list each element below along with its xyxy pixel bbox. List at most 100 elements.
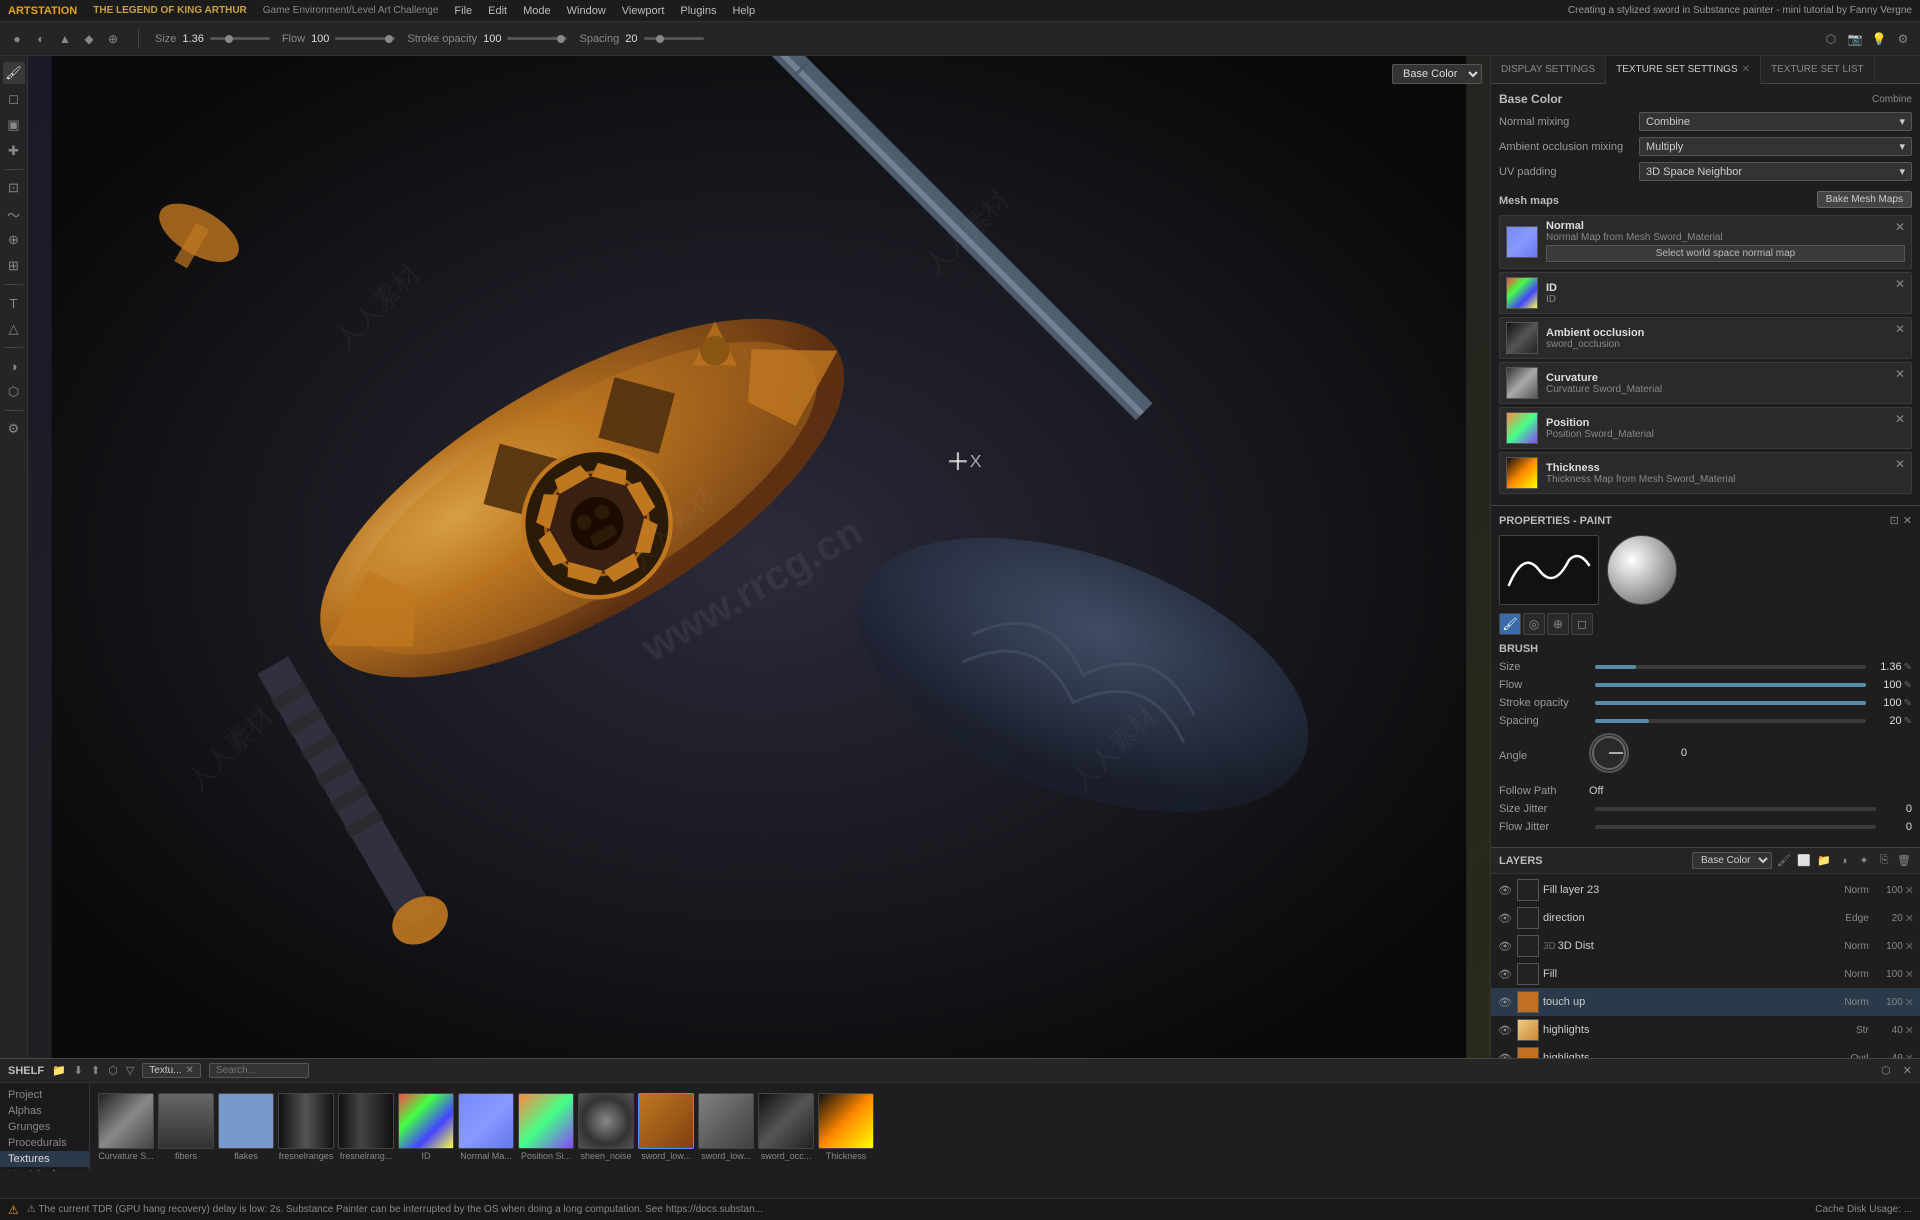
render-icon[interactable]: ⬡ [1822,30,1840,48]
select-world-space-btn[interactable]: Select world space normal map [1546,245,1905,262]
brush-flow-edit[interactable]: ✎ [1904,680,1912,691]
select-tool[interactable]: ⊡ [3,177,25,199]
layer-vis-direction[interactable]: 👁 [1497,910,1513,926]
tab-texture-set-settings[interactable]: TEXTURE SET SETTINGS ✕ [1606,56,1761,84]
size-slider[interactable] [210,37,270,40]
brush-size-slider[interactable] [1595,665,1866,669]
prop-close-icon[interactable]: ✕ [1903,514,1912,527]
brush-stroke-edit[interactable]: ✎ [1904,698,1912,709]
layer-vis-3d-dist[interactable]: 👁 [1497,938,1513,954]
color-pick-tool[interactable]: ✚ [3,140,25,162]
clone-tool[interactable]: ⊕ [3,229,25,251]
shelf-item-11[interactable]: sword_occ... [758,1093,814,1161]
brush-flow-slider[interactable] [1595,683,1866,687]
tab-display-settings[interactable]: DISPLAY SETTINGS [1491,56,1606,84]
layer-vis-fill-23[interactable]: 👁 [1497,882,1513,898]
normal-map-close[interactable]: ✕ [1895,220,1905,234]
shelf-item-2[interactable]: flakes [218,1093,274,1161]
channel-selector[interactable]: Base Color Normal Roughness Metallic Hei… [1392,64,1482,84]
layer-fill[interactable]: 👁 Fill Norm 100 ✕ [1491,960,1920,988]
thickness-map-close[interactable]: ✕ [1895,457,1905,471]
layer-highlights-str[interactable]: 👁 highlights Str 40 ✕ [1491,1016,1920,1044]
layer-vis-highlights-str[interactable]: 👁 [1497,1022,1513,1038]
texture-set-settings-close[interactable]: ✕ [1742,64,1750,75]
stamp-tool[interactable]: ⊞ [3,255,25,277]
layer-close-fill-23[interactable]: ✕ [1905,884,1914,897]
shelf-item-9[interactable]: sword_low... [638,1093,694,1161]
layer-close-highlights-str[interactable]: ✕ [1905,1024,1914,1037]
layer-close-fill[interactable]: ✕ [1905,968,1914,981]
shelf-export-icon[interactable]: ⬆ [91,1064,100,1077]
layers-channel-dropdown[interactable]: Base Color [1692,852,1772,869]
shelf-cat-project[interactable]: Project [0,1087,89,1103]
ao-map-close[interactable]: ✕ [1895,322,1905,336]
shelf-import-icon[interactable]: ⬇ [74,1064,83,1077]
shelf-item-6[interactable]: Normal Ma... [458,1093,514,1161]
shelf-expand-icon[interactable]: ⬡ [1881,1064,1891,1077]
normal-mixing-dropdown[interactable]: Combine ▾ [1639,112,1912,131]
brush-tab-clone[interactable]: ⊕ [1547,613,1569,635]
tab-texture-set-list[interactable]: TEXTURE SET LIST [1761,56,1875,84]
layer-fill-23[interactable]: 👁 Fill layer 23 Norm 100 ✕ [1491,876,1920,904]
layers-duplicate-icon[interactable]: ⎘ [1876,853,1892,869]
toolbar-icon-3[interactable]: ▲ [56,30,74,48]
stroke-slider[interactable] [507,37,567,40]
menu-window[interactable]: Window [567,5,606,17]
uv-padding-dropdown[interactable]: 3D Space Neighbor ▾ [1639,162,1912,181]
shelf-filter-icon[interactable]: ▽ [126,1064,134,1077]
brush-spacing-slider[interactable] [1595,719,1866,723]
layer-3d-dist[interactable]: 👁 3D 3D Dist Norm 100 ✕ [1491,932,1920,960]
shelf-item-10[interactable]: sword_low... [698,1093,754,1161]
brush-tab-paint[interactable]: 🖌 [1499,613,1521,635]
layer-vis-fill[interactable]: 👁 [1497,966,1513,982]
shelf-cat-procedurals[interactable]: Procedurals [0,1135,89,1151]
layers-effect-icon[interactable]: ✦ [1856,853,1872,869]
brush-tab-smudge[interactable]: ◎ [1523,613,1545,635]
angle-wheel[interactable] [1589,733,1629,773]
prop-expand-icon[interactable]: ⊡ [1890,514,1899,527]
menu-mode[interactable]: Mode [523,5,551,17]
layer-close-highlights-ovrl[interactable]: ✕ [1905,1052,1914,1059]
layer-vis-touch-up[interactable]: 👁 [1497,994,1513,1010]
size-jitter-slider[interactable] [1595,807,1876,811]
flow-slider[interactable] [335,37,395,40]
shelf-item-4[interactable]: fresnelrang... [338,1093,394,1161]
bake-mesh-maps-button[interactable]: Bake Mesh Maps [1817,191,1912,208]
shelf-item-12[interactable]: Thickness [818,1093,874,1161]
ao-mixing-dropdown[interactable]: Multiply ▾ [1639,137,1912,156]
shape-tool[interactable]: △ [3,318,25,340]
fill-tool[interactable]: ▣ [3,114,25,136]
menu-help[interactable]: Help [732,5,755,17]
light-icon[interactable]: 💡 [1870,30,1888,48]
shelf-close-icon[interactable]: ✕ [1903,1064,1912,1077]
shelf-item-7[interactable]: Position Si... [518,1093,574,1161]
spacing-slider[interactable] [644,37,704,40]
layers-add-fill-icon[interactable]: ⬜ [1796,853,1812,869]
camera-icon[interactable]: 📷 [1846,30,1864,48]
layer-mask-tool[interactable]: ◑ [3,355,25,377]
layer-close-direction[interactable]: ✕ [1905,912,1914,925]
shelf-search-input[interactable] [209,1063,309,1078]
brush-tab-eraser[interactable]: ◻ [1571,613,1593,635]
layer-close-touch-up[interactable]: ✕ [1905,996,1914,1009]
preferences-tool[interactable]: ⚙ [3,418,25,440]
layer-touch-up[interactable]: 👁 touch up Norm 100 ✕ [1491,988,1920,1016]
bake-tool[interactable]: ⬡ [3,381,25,403]
layer-close-3d-dist[interactable]: ✕ [1905,940,1914,953]
menu-plugins[interactable]: Plugins [680,5,716,17]
layer-highlights-ovrl[interactable]: 👁 highlights Ovrl 49 ✕ [1491,1044,1920,1058]
shelf-cat-alphas[interactable]: Alphas [0,1103,89,1119]
brush-stroke-slider[interactable] [1595,701,1866,705]
shelf-item-5[interactable]: ID [398,1093,454,1161]
shelf-active-tab[interactable]: Textu... ✕ [142,1063,201,1078]
brush-spacing-edit[interactable]: ✎ [1904,716,1912,727]
shelf-3d-icon[interactable]: ⬡ [108,1064,118,1077]
id-map-close[interactable]: ✕ [1895,277,1905,291]
menu-viewport[interactable]: Viewport [622,5,665,17]
layers-delete-icon[interactable]: 🗑 [1896,853,1912,869]
layer-direction[interactable]: 👁 direction Edge 20 ✕ [1491,904,1920,932]
shelf-cat-textures[interactable]: Textures [0,1151,89,1167]
layer-vis-highlights-ovrl[interactable]: 👁 [1497,1050,1513,1058]
toolbar-icon-5[interactable]: ⊕ [104,30,122,48]
layers-mask-icon[interactable]: ◑ [1836,853,1852,869]
